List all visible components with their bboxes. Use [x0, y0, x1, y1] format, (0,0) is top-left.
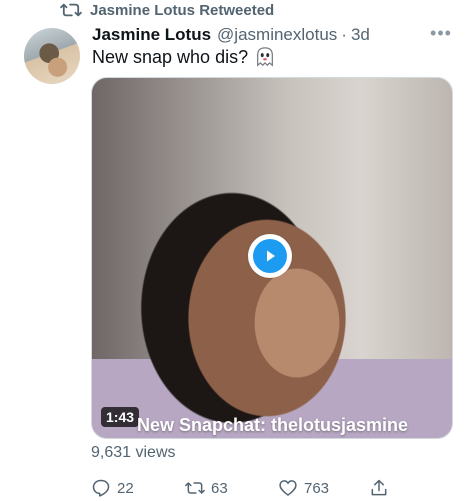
ghost-icon	[257, 47, 274, 67]
play-button[interactable]	[248, 234, 292, 278]
video-duration: 1:43	[101, 407, 140, 427]
reply-button[interactable]: 22	[91, 478, 134, 498]
share-button[interactable]	[369, 478, 395, 498]
retweet-action-icon	[185, 482, 205, 494]
retweet-label: Jasmine Lotus Retweeted	[90, 1, 275, 19]
video-caption: New Snapchat: thelotusjasmine	[137, 415, 409, 435]
retweet-count: 63	[211, 479, 228, 497]
view-count: 9,631 views	[91, 444, 176, 461]
retweet-button[interactable]: 63	[185, 478, 228, 498]
tweet-text: New snap who dis?	[92, 46, 276, 68]
retweet-icon	[60, 3, 82, 17]
author-handle[interactable]: @jasminexlotus	[217, 25, 337, 45]
retweet-context[interactable]: Jasmine Lotus Retweeted	[60, 0, 274, 20]
share-icon	[371, 479, 387, 496]
avatar[interactable]	[24, 28, 80, 84]
reply-icon	[92, 479, 110, 497]
tweet-header: Jasmine Lotus @jasminexlotus · 3d	[92, 24, 370, 46]
author-name[interactable]: Jasmine Lotus	[92, 25, 211, 45]
like-count: 763	[304, 479, 330, 497]
more-options-icon[interactable]: •••	[430, 24, 452, 44]
like-button[interactable]: 763	[278, 478, 329, 498]
reply-count: 22	[117, 479, 134, 497]
heart-icon	[279, 480, 297, 496]
separator: ·	[341, 25, 347, 44]
tweet-time[interactable]: 3d	[351, 25, 370, 45]
tweet-body: New snap who dis?	[92, 46, 249, 67]
play-icon	[253, 239, 287, 273]
